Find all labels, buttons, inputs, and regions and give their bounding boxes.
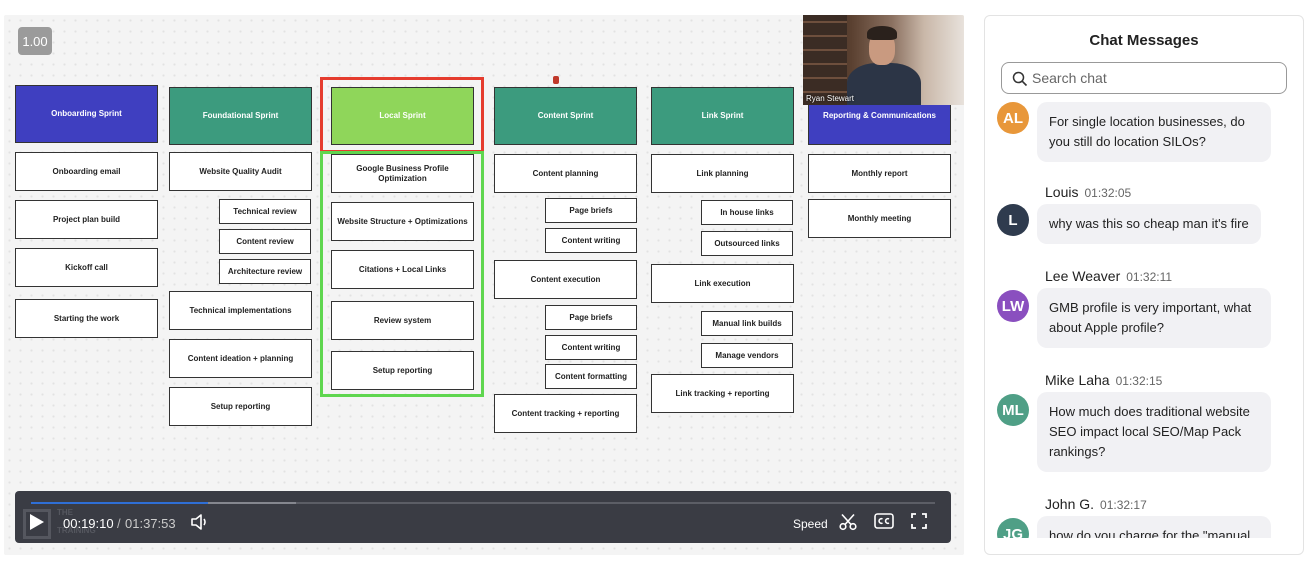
presenter-webcam: Ryan Stewart xyxy=(803,15,964,105)
message-author: Lee Weaver xyxy=(1045,268,1121,284)
message-author: John G. xyxy=(1045,496,1095,512)
presenter-body xyxy=(847,63,921,105)
message-time: 01:32:15 xyxy=(1115,374,1163,388)
volume-button[interactable] xyxy=(191,514,209,533)
clip-button[interactable] xyxy=(839,513,857,534)
task-card: Kickoff call xyxy=(15,248,158,287)
message-list[interactable]: AL For single location businesses, do yo… xyxy=(985,102,1303,538)
avatar: LW xyxy=(997,290,1029,322)
subtask-card: Content review xyxy=(219,229,311,254)
column-header-foundational: Foundational Sprint xyxy=(169,87,312,145)
presenter-hair xyxy=(867,26,897,40)
player-controls: THE TRAINING 00:19:10 / 01:37:53 Speed xyxy=(15,491,951,543)
chat-title: Chat Messages xyxy=(1089,32,1199,49)
progress-bar[interactable] xyxy=(31,502,935,504)
message-time: 01:32:05 xyxy=(1084,186,1132,200)
fullscreen-button[interactable] xyxy=(911,513,927,532)
volume-icon xyxy=(191,514,206,530)
chat-panel: Chat Messages AL For single location bus… xyxy=(984,15,1304,555)
task-card: Starting the work xyxy=(15,299,158,338)
subtask-card: Content writing xyxy=(545,335,637,360)
task-card: Monthly meeting xyxy=(808,199,951,238)
task-card: Link planning xyxy=(651,154,794,193)
video-player[interactable]: 1.00 Onboarding Sprint Onboarding email … xyxy=(4,15,964,555)
speed-button[interactable]: Speed xyxy=(793,517,828,531)
highlight-frame-green xyxy=(320,151,484,397)
message-text: For single location businesses, do you s… xyxy=(1037,102,1271,162)
search-input[interactable] xyxy=(1032,63,1282,93)
scissors-icon xyxy=(839,513,857,531)
subtask-card: Architecture review xyxy=(219,259,311,284)
current-time: 00:19:10 xyxy=(63,516,114,531)
task-card: Technical implementations xyxy=(169,291,312,330)
subtask-card: Content writing xyxy=(545,228,637,253)
task-card: Link execution xyxy=(651,264,794,303)
task-card: Content planning xyxy=(494,154,637,193)
message-text: How much does traditional website SEO im… xyxy=(1037,392,1271,472)
task-card: Content execution xyxy=(494,260,637,299)
search-box[interactable] xyxy=(1001,62,1287,94)
bookshelf-backdrop xyxy=(803,15,847,105)
search-icon xyxy=(1012,71,1028,87)
task-card: Onboarding email xyxy=(15,152,158,191)
avatar: ML xyxy=(997,394,1029,426)
progress-played xyxy=(31,502,209,504)
play-button[interactable] xyxy=(29,513,45,531)
subtask-card: Outsourced links xyxy=(701,231,793,256)
message-text: why was this so cheap man it's fire xyxy=(1037,204,1261,244)
subtask-card: In house links xyxy=(701,200,793,225)
subtask-card: Page briefs xyxy=(545,305,637,330)
message-text: how do you charge for the "manual xyxy=(1037,516,1271,538)
column-header-content: Content Sprint xyxy=(494,87,637,145)
closed-captions-icon xyxy=(874,513,894,529)
mouse-pointer xyxy=(553,76,559,84)
total-time: 01:37:53 xyxy=(125,516,176,531)
task-card: Project plan build xyxy=(15,200,158,239)
message-header: Louis 01:32:05 xyxy=(1045,184,1131,200)
play-icon xyxy=(30,514,44,530)
message-text: GMB profile is very important, what abou… xyxy=(1037,288,1271,348)
column-header-onboarding: Onboarding Sprint xyxy=(15,85,158,143)
avatar: AL xyxy=(997,102,1029,134)
message-header: Lee Weaver 01:32:11 xyxy=(1045,268,1172,284)
message-time: 01:32:17 xyxy=(1100,498,1147,512)
task-card: Website Quality Audit xyxy=(169,152,312,191)
task-card: Link tracking + reporting xyxy=(651,374,794,413)
task-card: Content ideation + planning xyxy=(169,339,312,378)
column-header-link: Link Sprint xyxy=(651,87,794,145)
message-author: Mike Laha xyxy=(1045,372,1110,388)
message-time: 01:32:11 xyxy=(1126,270,1173,284)
subtask-card: Manual link builds xyxy=(701,311,793,336)
message-header: Mike Laha 01:32:15 xyxy=(1045,372,1162,388)
subtask-card: Content formatting xyxy=(545,364,637,389)
message-author: Louis xyxy=(1045,184,1079,200)
fullscreen-icon xyxy=(911,513,927,529)
subtask-card: Technical review xyxy=(219,199,311,224)
avatar: L xyxy=(997,204,1029,236)
captions-button[interactable] xyxy=(874,513,894,532)
presenter-name: Ryan Stewart xyxy=(806,94,855,103)
highlight-frame-red xyxy=(320,77,484,153)
avatar: JG xyxy=(997,518,1029,538)
task-card: Content tracking + reporting xyxy=(494,394,637,433)
playback-rate-badge: 1.00 xyxy=(18,27,52,55)
task-card: Setup reporting xyxy=(169,387,312,426)
subtask-card: Page briefs xyxy=(545,198,637,223)
task-card: Monthly report xyxy=(808,154,951,193)
time-separator: / xyxy=(117,516,121,531)
message-header: John G. 01:32:17 xyxy=(1045,496,1147,512)
subtask-card: Manage vendors xyxy=(701,343,793,368)
